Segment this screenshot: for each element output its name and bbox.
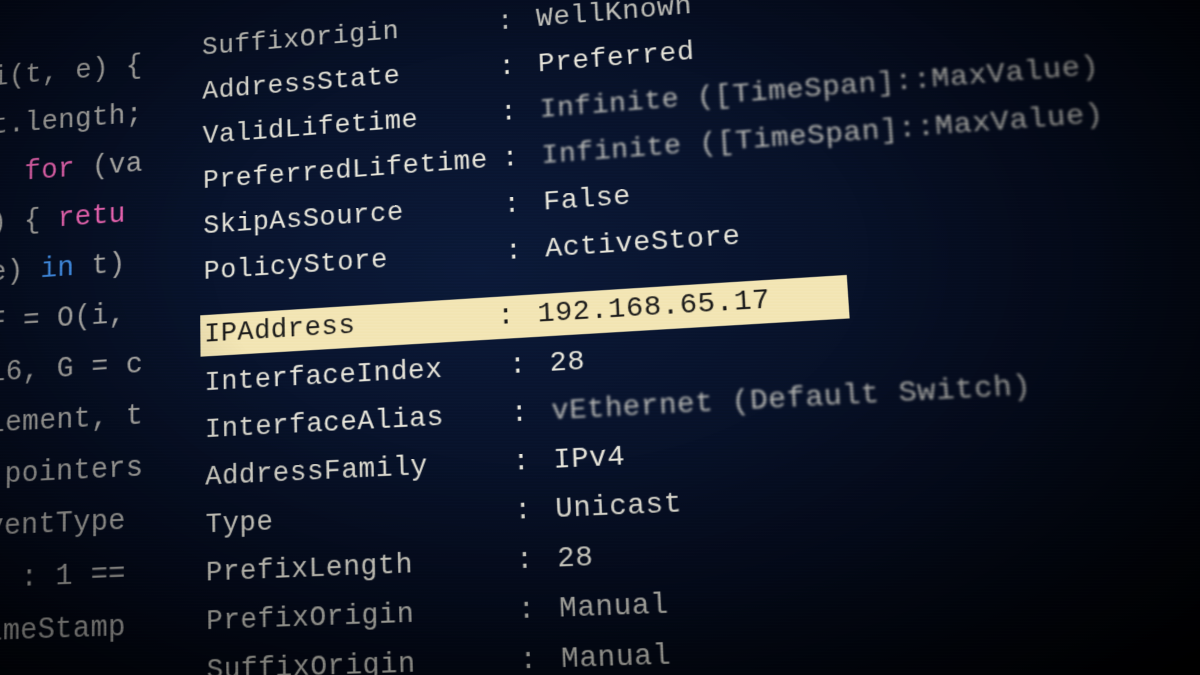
code-line: imeStamp <box>0 610 144 651</box>
colon-separator: : <box>508 340 550 390</box>
colon-separator: : <box>504 227 546 277</box>
code-editor-fragment: i(t, e) { t.length; for (va ) { retu e) … <box>0 0 208 675</box>
colon-separator: : <box>515 535 558 586</box>
code-line: t) <box>74 247 143 284</box>
colon-separator: : <box>513 486 556 537</box>
colon-separator: : <box>503 180 545 229</box>
code-line: (va <box>92 148 143 184</box>
keyword-return: retu <box>58 199 126 236</box>
colon-separator: : <box>501 134 542 183</box>
code-line: lement, t <box>0 400 143 442</box>
keyword-in: in <box>40 252 74 287</box>
terminal-screen: i(t, e) { t.length; for (va ) { retu e) … <box>0 0 1200 675</box>
code-line: ventType <box>0 504 144 545</box>
colon-separator: : <box>519 635 562 675</box>
keyword-for: for <box>0 152 92 192</box>
code-line: ) { <box>0 203 58 240</box>
colon-separator: : <box>497 294 539 339</box>
colon-separator: : <box>510 388 552 438</box>
code-line: 16, G = c <box>0 348 143 390</box>
code-line: e) <box>0 254 41 290</box>
colon-separator: : <box>498 42 539 91</box>
colon-separator: : <box>496 0 537 46</box>
code-line: .pointers <box>0 451 143 493</box>
colon-separator: : <box>512 437 555 488</box>
colon-separator: : <box>517 585 560 637</box>
code-line: F = O(i, <box>0 297 143 340</box>
code-line: t.length; <box>0 97 160 142</box>
code-line: ) : 1 == <box>0 557 126 597</box>
terminal-output: Origin: WellKnown SuffixOrigin: WellKnow… <box>202 0 1200 675</box>
colon-separator: : <box>499 88 540 137</box>
code-line: i(t, e) { <box>0 50 143 94</box>
